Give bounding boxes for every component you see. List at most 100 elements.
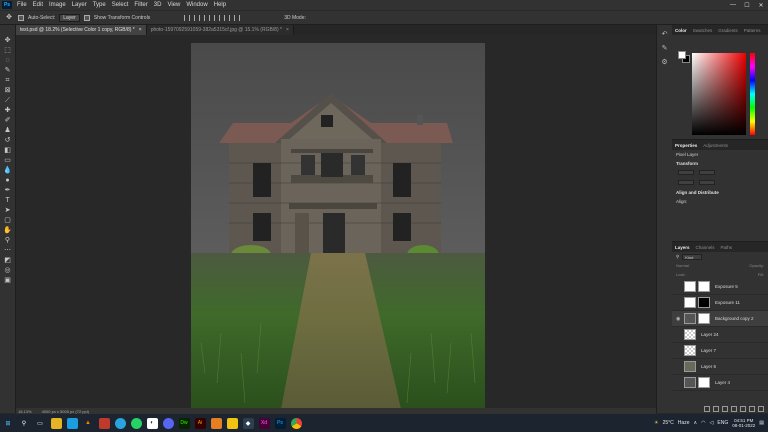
brush-tool-icon[interactable]: ✐ [3, 117, 13, 125]
menu-layer[interactable]: Layer [69, 2, 90, 8]
blur-tool-icon[interactable]: 💧 [3, 167, 13, 175]
tab-test-psd[interactable]: test.psd @ 18.2% (Selective Color 1 copy… [16, 25, 147, 35]
quick-select-tool-icon[interactable]: ✎ [3, 67, 13, 75]
app-icon[interactable] [98, 417, 110, 429]
auto-select-checkbox[interactable] [18, 14, 24, 21]
visibility-eye-icon[interactable]: ◉ [676, 316, 682, 322]
opacity-label[interactable]: Opacity: [749, 263, 764, 268]
hand-tool-icon[interactable]: ✋ [3, 227, 13, 235]
menu-window[interactable]: Window [183, 2, 210, 8]
quick-mask-icon[interactable]: ◎ [3, 267, 13, 275]
menu-3d[interactable]: 3D [151, 2, 165, 8]
document-canvas[interactable] [191, 43, 485, 409]
search-icon[interactable]: ⚲ [19, 418, 30, 429]
close-tab-icon[interactable]: × [286, 27, 289, 33]
color-picker-field[interactable] [692, 53, 746, 135]
layer-mask-thumbnail[interactable] [698, 377, 710, 388]
menu-filter[interactable]: Filter [131, 2, 150, 8]
align-distribute-heading[interactable]: Align and Distribute [672, 188, 768, 197]
eraser-tool-icon[interactable]: ◧ [3, 147, 13, 155]
layer-name[interactable]: Exposure 11 [715, 300, 740, 305]
tab-patterns[interactable]: Patterns [741, 28, 764, 33]
align-left-icon[interactable] [184, 14, 191, 21]
menu-help[interactable]: Help [211, 2, 229, 8]
tab-color[interactable]: Color [672, 28, 690, 33]
auto-select-dropdown[interactable]: Layer [59, 13, 80, 22]
illustrator-icon[interactable]: Ai [194, 417, 206, 429]
dodge-tool-icon[interactable]: ● [3, 177, 13, 185]
align-right-icon[interactable] [204, 14, 211, 21]
task-view-icon[interactable]: ▭ [35, 418, 46, 429]
discord-icon[interactable] [162, 417, 174, 429]
layer-row[interactable]: Exposure 11 [672, 295, 768, 311]
network-icon[interactable]: ◠ [701, 420, 705, 426]
align-center-icon[interactable] [194, 14, 201, 21]
tab-adjustments[interactable]: Adjustments [700, 143, 731, 148]
fill-label[interactable]: Fill: [758, 272, 764, 277]
marquee-tool-icon[interactable]: ⬚ [3, 47, 13, 55]
align-middle-icon[interactable] [224, 14, 231, 21]
menu-select[interactable]: Select [109, 2, 132, 8]
frame-tool-icon[interactable]: ⊠ [3, 87, 13, 95]
app-icon[interactable]: ◆ [242, 417, 254, 429]
tray-chevron-icon[interactable]: ∧ [693, 420, 697, 426]
zoom-tool-icon[interactable]: ⚲ [3, 237, 13, 245]
tab-properties[interactable]: Properties [672, 143, 700, 148]
crop-tool-icon[interactable]: ⌗ [3, 77, 13, 85]
layer-row[interactable]: Layer 6 [672, 359, 768, 375]
new-layer-icon[interactable] [749, 405, 755, 412]
photoshop-logo-icon[interactable]: Ps [2, 1, 12, 9]
chrome-icon[interactable] [290, 417, 302, 429]
folder-icon[interactable] [226, 417, 238, 429]
layer-name[interactable]: Layer 24 [701, 332, 719, 337]
menu-file[interactable]: File [14, 2, 30, 8]
rectangle-tool-icon[interactable]: ▢ [3, 217, 13, 225]
weather-temp[interactable]: 25°C [663, 420, 674, 426]
menu-view[interactable]: View [164, 2, 183, 8]
tab-channels[interactable]: Channels [693, 245, 718, 250]
whatsapp-icon[interactable] [130, 417, 142, 429]
clone-stamp-tool-icon[interactable]: ♟ [3, 127, 13, 135]
edge-icon[interactable] [66, 417, 78, 429]
vlc-icon[interactable]: ▲ [83, 418, 94, 429]
align-bottom-icon[interactable] [234, 14, 241, 21]
add-mask-icon[interactable] [722, 405, 728, 412]
layer-name[interactable]: Exposure 5 [715, 284, 738, 289]
weather-desc[interactable]: Haze [678, 420, 690, 426]
workspace[interactable] [16, 35, 656, 409]
file-explorer-icon[interactable] [50, 417, 62, 429]
align-top-icon[interactable] [214, 14, 221, 21]
x-field[interactable] [678, 180, 694, 185]
hue-slider[interactable] [750, 53, 755, 135]
history-icon[interactable]: ↶ [661, 31, 669, 39]
tab-paths[interactable]: Paths [718, 245, 736, 250]
move-tool-icon[interactable]: ✥ [4, 14, 14, 22]
layer-row[interactable]: ◉ Background copy 2 [672, 311, 768, 327]
kind-filter-dropdown[interactable]: Kind [682, 253, 703, 260]
layer-mask-thumbnail[interactable] [698, 281, 710, 292]
language-indicator[interactable]: ENG [717, 420, 728, 426]
eyedropper-tool-icon[interactable]: ⟋ [3, 97, 13, 105]
menu-image[interactable]: Image [46, 2, 69, 8]
layer-name[interactable]: Layer 7 [701, 348, 716, 353]
adjustment-layer-icon[interactable] [731, 405, 737, 412]
dreamweaver-icon[interactable]: Dw [178, 417, 190, 429]
foreground-color-swatch[interactable] [678, 51, 686, 59]
maximize-button[interactable]: ☐ [740, 0, 754, 10]
tab-gradients[interactable]: Gradients [715, 28, 741, 33]
clock[interactable]: 04:51 PM 08-01-2022 [732, 418, 755, 429]
transform-controls-checkbox[interactable] [83, 14, 90, 21]
minimize-button[interactable]: — [726, 0, 740, 10]
layer-mask-thumbnail[interactable] [698, 297, 710, 308]
layer-name[interactable]: Background copy 2 [715, 316, 754, 321]
weather-icon[interactable]: ☀ [654, 420, 658, 426]
notifications-icon[interactable]: ▤ [759, 420, 764, 426]
layer-mask-thumbnail[interactable] [698, 313, 710, 324]
volume-icon[interactable]: ◁ [710, 420, 714, 426]
fx-icon[interactable] [713, 405, 719, 412]
photoshop-taskbar-icon[interactable]: Ps [274, 417, 286, 429]
pen-tool-icon[interactable]: ✒ [3, 187, 13, 195]
width-field[interactable] [678, 170, 694, 175]
type-tool-icon[interactable]: T [3, 197, 13, 205]
new-group-icon[interactable] [740, 405, 746, 412]
